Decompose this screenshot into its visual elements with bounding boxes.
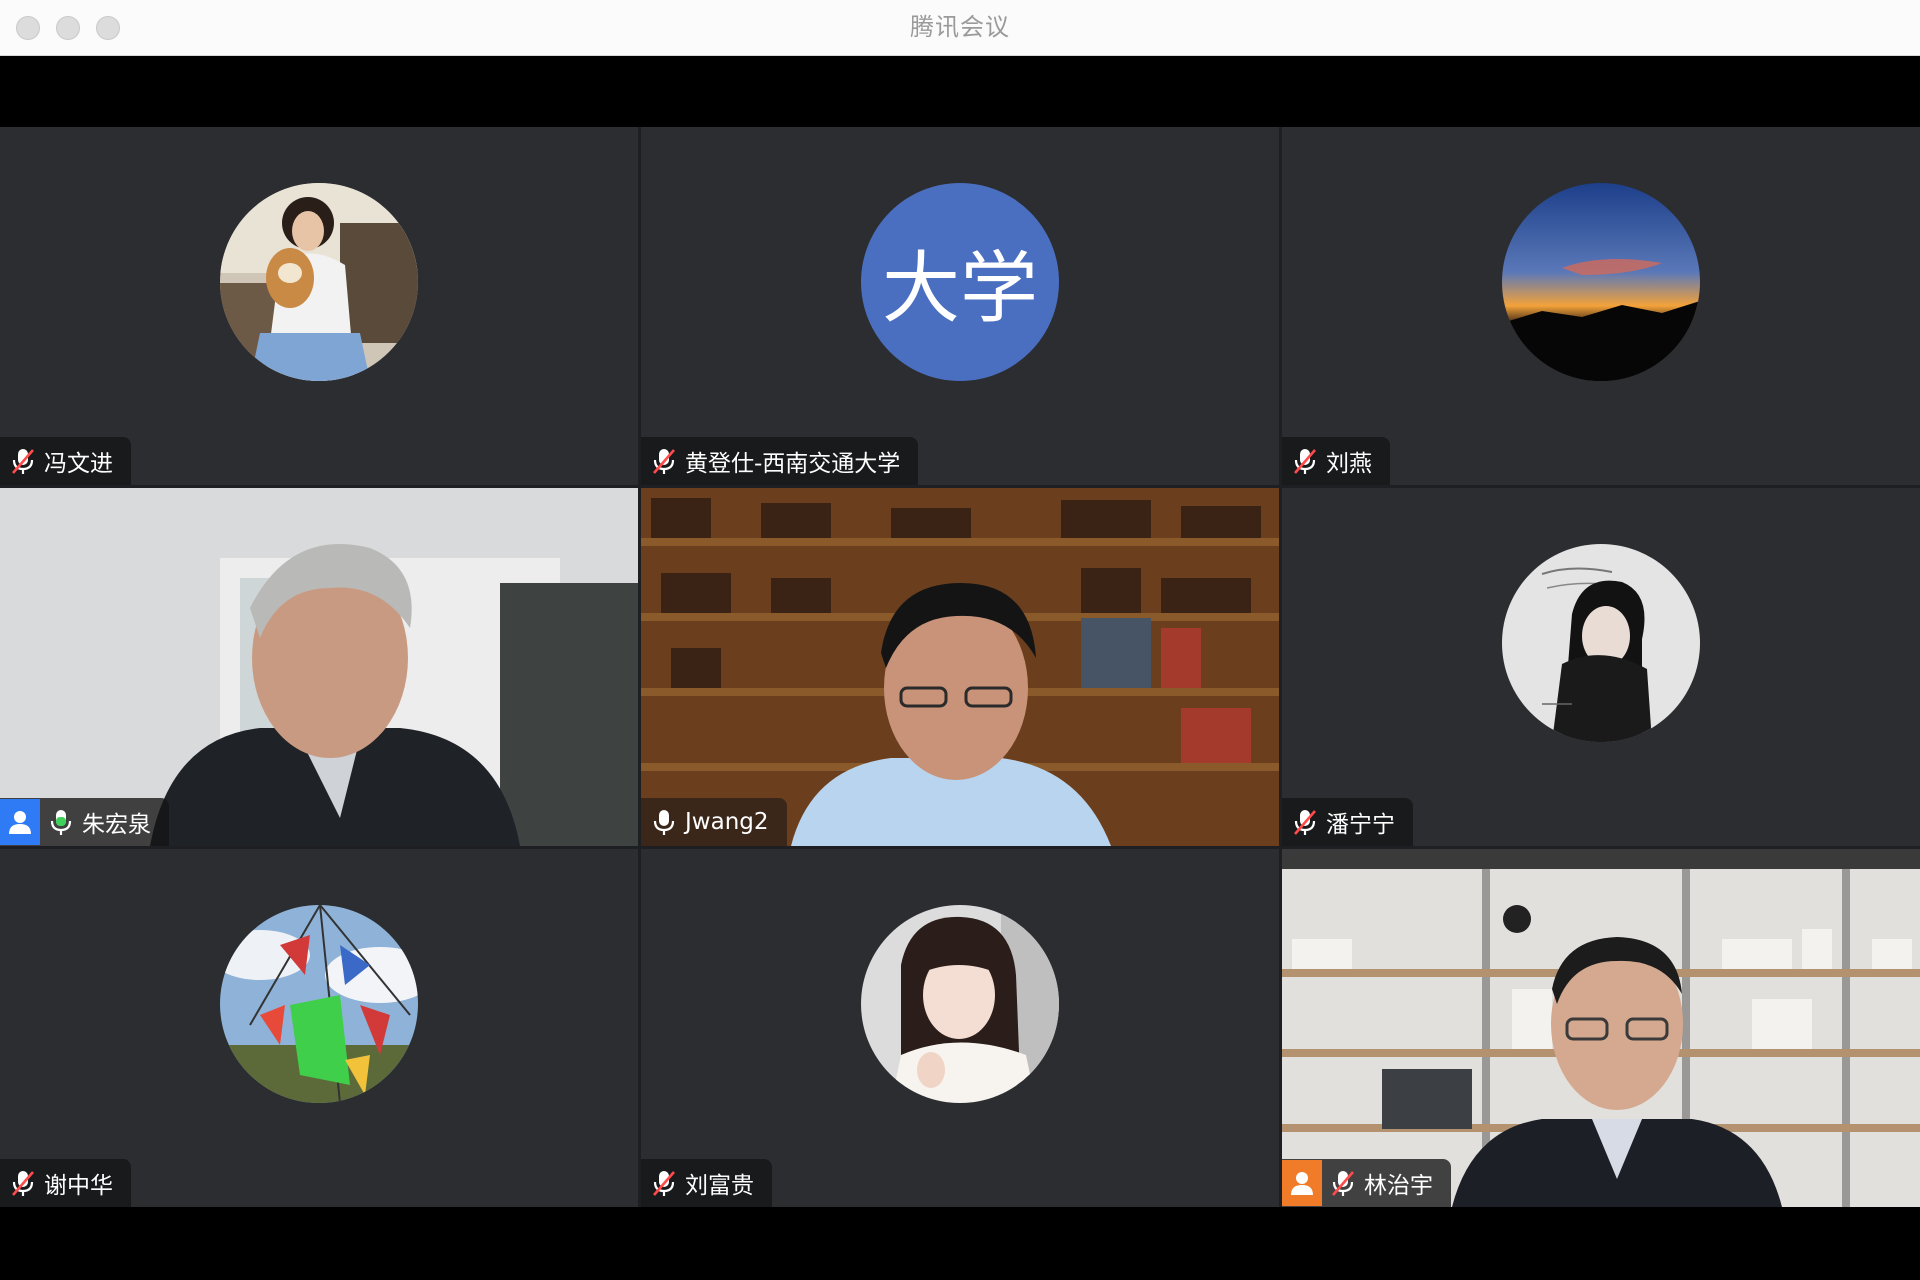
participant-tile[interactable]: 冯文进	[0, 127, 638, 485]
window-title: 腾讯会议	[910, 13, 1010, 41]
title-bar: 腾讯会议	[0, 0, 1920, 56]
participant-video	[0, 488, 638, 846]
participant-tile[interactable]: 潘宁宁	[1282, 488, 1920, 846]
host-badge	[1282, 1160, 1322, 1206]
mic-muted-icon	[653, 1171, 675, 1196]
participant-tile[interactable]: 谢中华	[0, 849, 638, 1207]
mic-muted-icon	[653, 449, 675, 474]
participant-nametag: 刘富贵	[641, 1159, 772, 1207]
participant-nametag: 朱宏泉	[0, 798, 169, 846]
user-icon	[1291, 1172, 1313, 1195]
participant-name: 冯文进	[44, 451, 113, 477]
participant-nametag: 谢中华	[0, 1159, 131, 1207]
mic-speaking-icon	[50, 810, 72, 835]
host-badge	[0, 799, 40, 845]
mic-muted-icon	[1294, 449, 1316, 474]
participant-name: 朱宏泉	[82, 812, 151, 838]
participant-tile[interactable]: 林治宇	[1282, 849, 1920, 1207]
participant-name: Jwang2	[685, 809, 769, 835]
participant-avatar	[1502, 544, 1700, 742]
meeting-window: 腾讯会议 冯文进 大学 黄登仕-西南交通大学 刘燕 朱宏泉 Jwang2 潘宁宁…	[0, 0, 1920, 1280]
participant-tile[interactable]: 刘燕	[1282, 127, 1920, 485]
participant-avatar: 大学	[861, 183, 1059, 381]
avatar-initials: 大学	[881, 244, 1038, 334]
participant-tile[interactable]: 刘富贵	[641, 849, 1279, 1207]
participant-avatar	[220, 183, 418, 381]
participant-nametag: 林治宇	[1282, 1159, 1451, 1207]
participant-nametag: 冯文进	[0, 437, 131, 485]
participant-video	[1282, 849, 1920, 1207]
participant-nametag: 黄登仕-西南交通大学	[641, 437, 919, 485]
participant-name: 谢中华	[44, 1173, 113, 1199]
participant-name: 刘富贵	[685, 1173, 754, 1199]
participant-name: 潘宁宁	[1326, 812, 1395, 838]
participant-avatar	[220, 905, 418, 1103]
user-icon	[9, 811, 31, 834]
participant-avatar	[861, 905, 1059, 1103]
participant-nametag: 刘燕	[1282, 437, 1390, 485]
participant-tile-active-speaker[interactable]: 朱宏泉	[0, 488, 638, 846]
participant-nametag: 潘宁宁	[1282, 798, 1413, 846]
participant-video	[641, 488, 1279, 846]
participant-tile[interactable]: 大学 黄登仕-西南交通大学	[641, 127, 1279, 485]
participant-grid: 冯文进 大学 黄登仕-西南交通大学 刘燕 朱宏泉 Jwang2 潘宁宁 谢中华 …	[0, 127, 1920, 1207]
mic-on-icon	[653, 810, 675, 835]
mic-muted-icon	[1294, 810, 1316, 835]
participant-name: 林治宇	[1364, 1173, 1433, 1199]
participant-nametag: Jwang2	[641, 798, 787, 846]
participant-avatar	[1502, 183, 1700, 381]
mic-muted-icon	[12, 449, 34, 474]
mic-muted-icon	[12, 1171, 34, 1196]
participant-tile[interactable]: Jwang2	[641, 488, 1279, 846]
participant-name: 刘燕	[1326, 451, 1372, 477]
mic-muted-icon	[1332, 1171, 1354, 1196]
participant-name: 黄登仕-西南交通大学	[685, 451, 901, 477]
